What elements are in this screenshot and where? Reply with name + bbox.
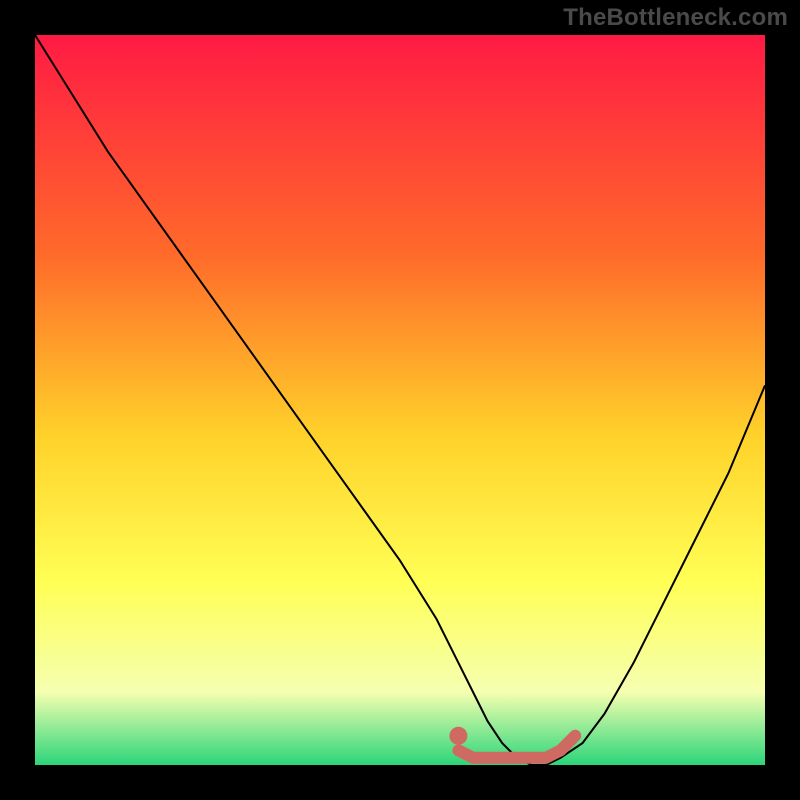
gradient-bg	[35, 35, 765, 765]
highlight-dot	[449, 727, 467, 745]
chart-svg	[35, 35, 765, 765]
plot-area	[35, 35, 765, 765]
watermark-text: TheBottleneck.com	[563, 4, 788, 32]
chart-stage: TheBottleneck.com	[0, 0, 800, 800]
